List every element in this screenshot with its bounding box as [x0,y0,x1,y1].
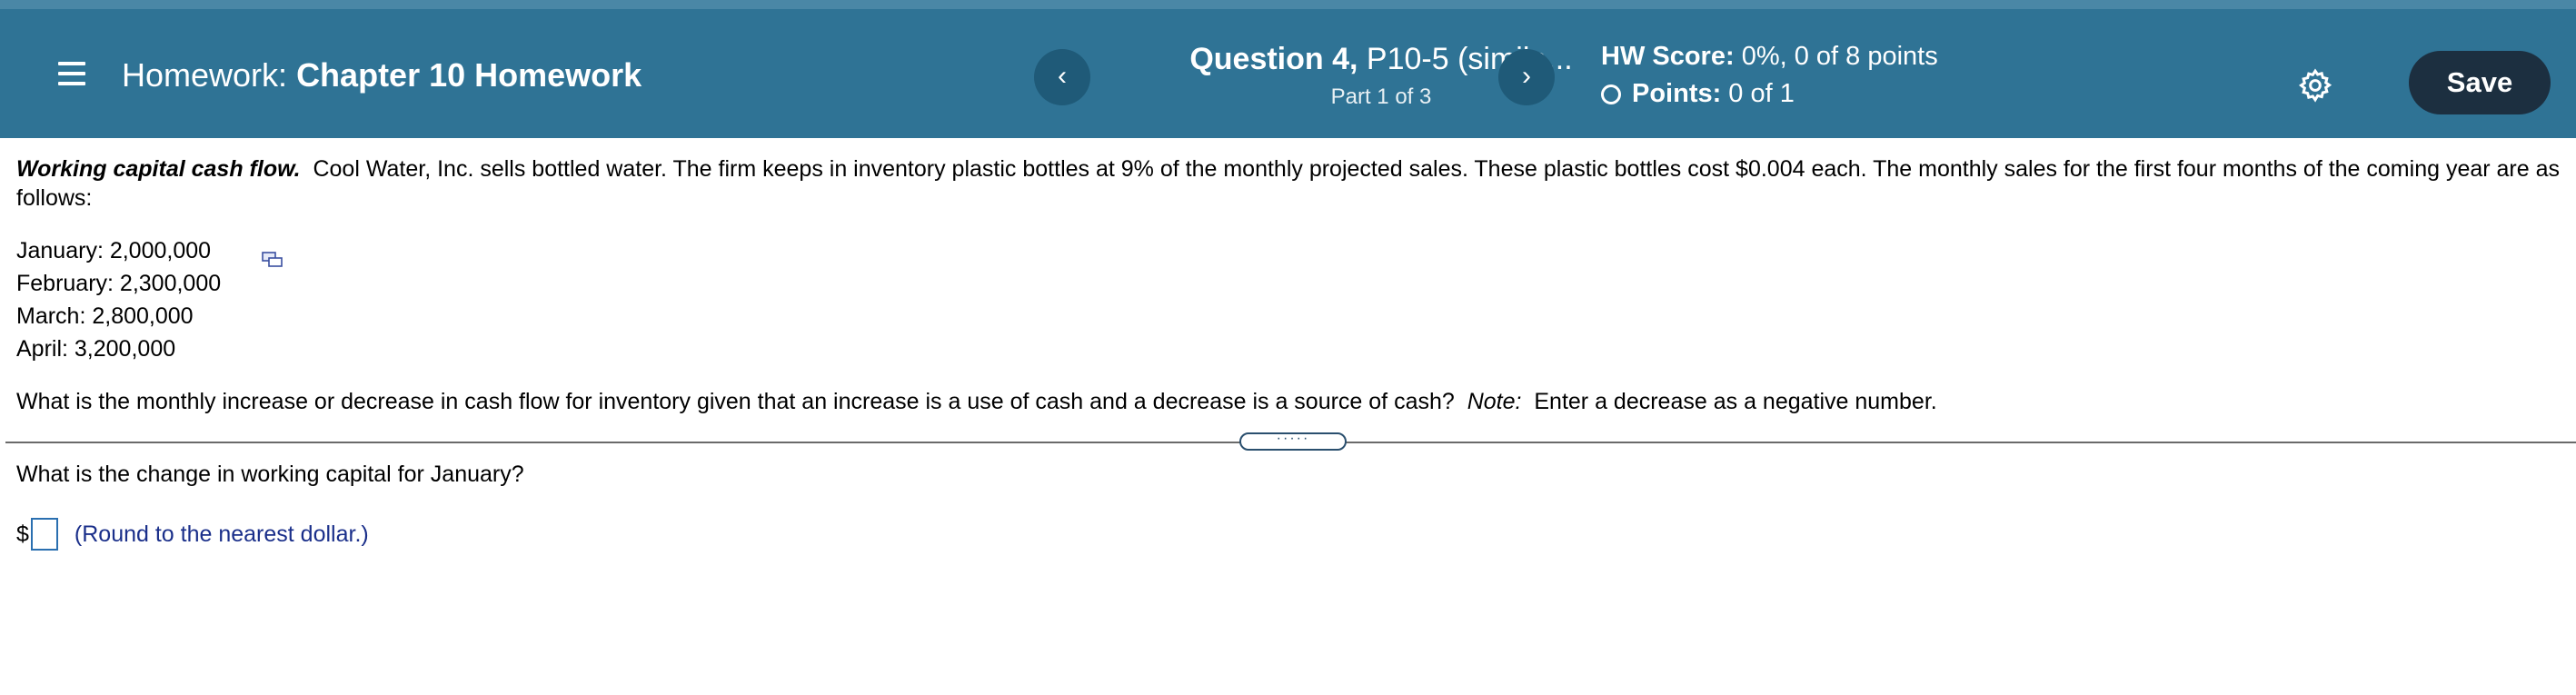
previous-question-button[interactable]: ‹ [1034,49,1090,105]
question-title: Question 4, P10-5 (simila... [1090,42,1672,77]
answer-input[interactable] [30,518,58,551]
homework-title: Homework: Chapter 10 Homework [122,56,642,94]
points-value: 0 of 1 [1728,79,1795,108]
score-panel: HW Score: 0%, 0 of 8 points Points: 0 of… [1601,42,1938,109]
currency-symbol: $ [16,521,29,547]
note-label: Note: [1467,389,1522,414]
chevron-left-icon: ‹ [1058,61,1067,91]
note-text: Enter a decrease as a negative number. [1534,389,1937,414]
question-main: What is the monthly increase or decrease… [16,389,1455,414]
gear-icon[interactable] [2297,67,2333,104]
problem-text: Cool Water, Inc. sells bottled water. Th… [16,156,2561,211]
hw-score-value: 0%, 0 of 8 points [1741,42,1938,71]
question-number: Question 4, [1189,42,1358,76]
top-bar: Homework: Chapter 10 Homework ‹ Question… [0,0,2576,138]
homework-name: Chapter 10 Homework [296,56,642,94]
sales-february: February: 2,300,000 [16,271,222,296]
sales-january: January: 2,000,000 [16,238,212,263]
next-question-button[interactable]: › [1498,49,1555,105]
rounding-hint: (Round to the nearest dollar.) [74,521,369,547]
problem-intro: Working capital cash flow. Cool Water, I… [16,154,2561,213]
homework-prefix: Homework: [122,56,288,94]
sub-question: What is the change in working capital fo… [16,462,524,487]
hw-score: HW Score: 0%, 0 of 8 points [1601,42,1938,72]
save-button[interactable]: Save [2409,51,2551,114]
question-info: Question 4, P10-5 (simila... Part 1 of 3 [1090,42,1672,110]
hw-score-label: HW Score: [1601,42,1735,71]
sales-data-list: January: 2,000,000 February: 2,300,000 M… [16,234,2561,365]
points-status-icon [1601,84,1621,104]
resize-handle[interactable]: ····· [1239,432,1347,451]
sales-april: April: 3,200,000 [16,336,176,362]
answer-row: $ (Round to the nearest dollar.) [16,518,369,551]
problem-question: What is the monthly increase or decrease… [16,387,2561,416]
question-part: Part 1 of 3 [1330,84,1432,109]
points-label: Points: [1632,79,1722,108]
problem-content: Working capital cash flow. Cool Water, I… [16,154,2561,416]
hamburger-menu-icon[interactable] [58,62,85,85]
points-row: Points: 0 of 1 [1601,79,1938,109]
problem-title: Working capital cash flow. [16,156,301,182]
sales-march: March: 2,800,000 [16,303,194,329]
chevron-right-icon: › [1522,61,1531,91]
copy-data-icon[interactable] [262,245,283,267]
